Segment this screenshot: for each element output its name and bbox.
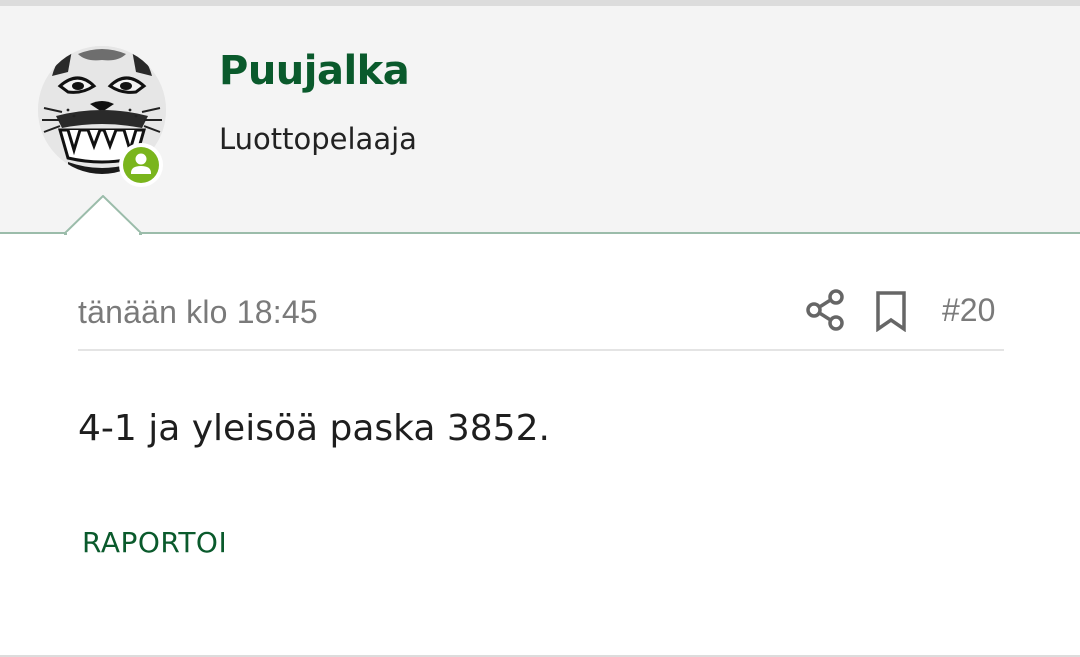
post-meta-divider <box>78 349 1004 351</box>
header-pointer-arrow <box>64 195 142 235</box>
bookmark-icon[interactable] <box>873 290 909 332</box>
share-icon[interactable] <box>804 288 846 332</box>
header-border <box>0 232 1080 234</box>
author-name[interactable]: Puujalka <box>219 48 410 94</box>
post-timestamp[interactable]: tänään klo 18:45 <box>78 294 318 331</box>
author-title: Luottopelaaja <box>219 122 417 156</box>
report-button[interactable]: RAPORTOI <box>82 526 227 559</box>
post-number-link[interactable]: #20 <box>942 292 995 329</box>
online-user-badge-icon <box>119 143 163 187</box>
post-body-text: 4-1 ja yleisöä paska 3852. <box>78 408 550 449</box>
